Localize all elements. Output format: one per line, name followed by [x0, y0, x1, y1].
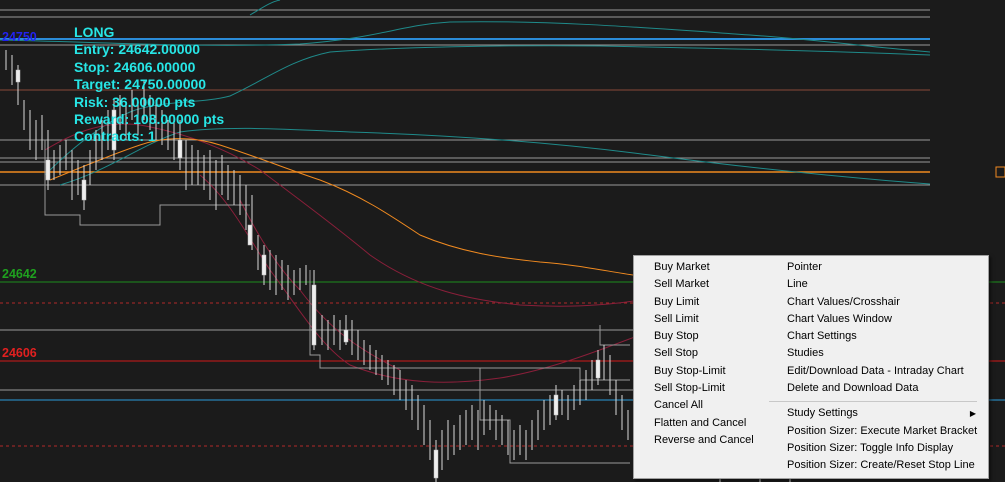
menu-flatten-and-cancel[interactable]: Flatten and Cancel [654, 415, 754, 432]
position-info-panel: LONG Entry: 24642.00000 Stop: 24606.0000… [74, 24, 224, 146]
menu-studies[interactable]: Studies [787, 345, 982, 362]
red-bands [44, 123, 641, 383]
chart-actions-column: Pointer Line Chart Values/Crosshair Char… [769, 259, 982, 475]
info-contracts: Contracts: 1 [74, 128, 156, 145]
menu-sell-limit[interactable]: Sell Limit [654, 311, 754, 328]
menu-study-settings[interactable]: Study Settings ▶ [787, 405, 982, 422]
info-target: Target: 24750.00000 [74, 76, 207, 93]
menu-sell-market[interactable]: Sell Market [654, 276, 754, 293]
menu-chart-values-crosshair[interactable]: Chart Values/Crosshair [787, 294, 982, 311]
menu-sell-stop-limit[interactable]: Sell Stop-Limit [654, 380, 754, 397]
entry-price-label: 24642 [2, 267, 37, 281]
menu-buy-stop[interactable]: Buy Stop [654, 328, 754, 345]
info-entry: Entry: 24642.00000 [74, 41, 201, 58]
info-stop: Stop: 24606.00000 [74, 58, 196, 75]
target-price-label: 24750 [2, 30, 37, 44]
menu-buy-stop-limit[interactable]: Buy Stop-Limit [654, 363, 754, 380]
info-risk: Risk: 36.00000 pts [74, 93, 196, 110]
menu-pointer[interactable]: Pointer [787, 259, 982, 276]
menu-separator [769, 401, 977, 403]
menu-buy-limit[interactable]: Buy Limit [654, 294, 754, 311]
menu-line[interactable]: Line [787, 276, 982, 293]
menu-reverse-and-cancel[interactable]: Reverse and Cancel [654, 432, 754, 449]
menu-study-settings-label: Study Settings [787, 407, 858, 420]
stop-price-label: 24606 [2, 346, 37, 360]
order-actions-column: Buy Market Sell Market Buy Limit Sell Li… [654, 259, 754, 449]
right-edge-marker [995, 166, 1005, 178]
menu-chart-values-window[interactable]: Chart Values Window [787, 311, 982, 328]
chart-context-menu: Buy Market Sell Market Buy Limit Sell Li… [633, 255, 989, 479]
menu-buy-market[interactable]: Buy Market [654, 259, 754, 276]
info-reward: Reward: 108.00000 pts [74, 111, 225, 128]
menu-sell-stop[interactable]: Sell Stop [654, 345, 754, 362]
menu-delete-and-download-data[interactable]: Delete and Download Data [787, 380, 982, 397]
info-direction: LONG [74, 24, 115, 40]
menu-cancel-all[interactable]: Cancel All [654, 397, 754, 414]
menu-position-sizer-create-stop[interactable]: Position Sizer: Create/Reset Stop Line [787, 457, 982, 474]
menu-position-sizer-toggle-info[interactable]: Position Sizer: Toggle Info Display [787, 440, 982, 457]
menu-edit-download-data[interactable]: Edit/Download Data - Intraday Chart [787, 363, 982, 380]
menu-chart-settings[interactable]: Chart Settings [787, 328, 982, 345]
menu-position-sizer-execute[interactable]: Position Sizer: Execute Market Bracket [787, 423, 982, 440]
submenu-arrow-icon: ▶ [969, 409, 976, 419]
orange-moving-average [49, 138, 641, 277]
